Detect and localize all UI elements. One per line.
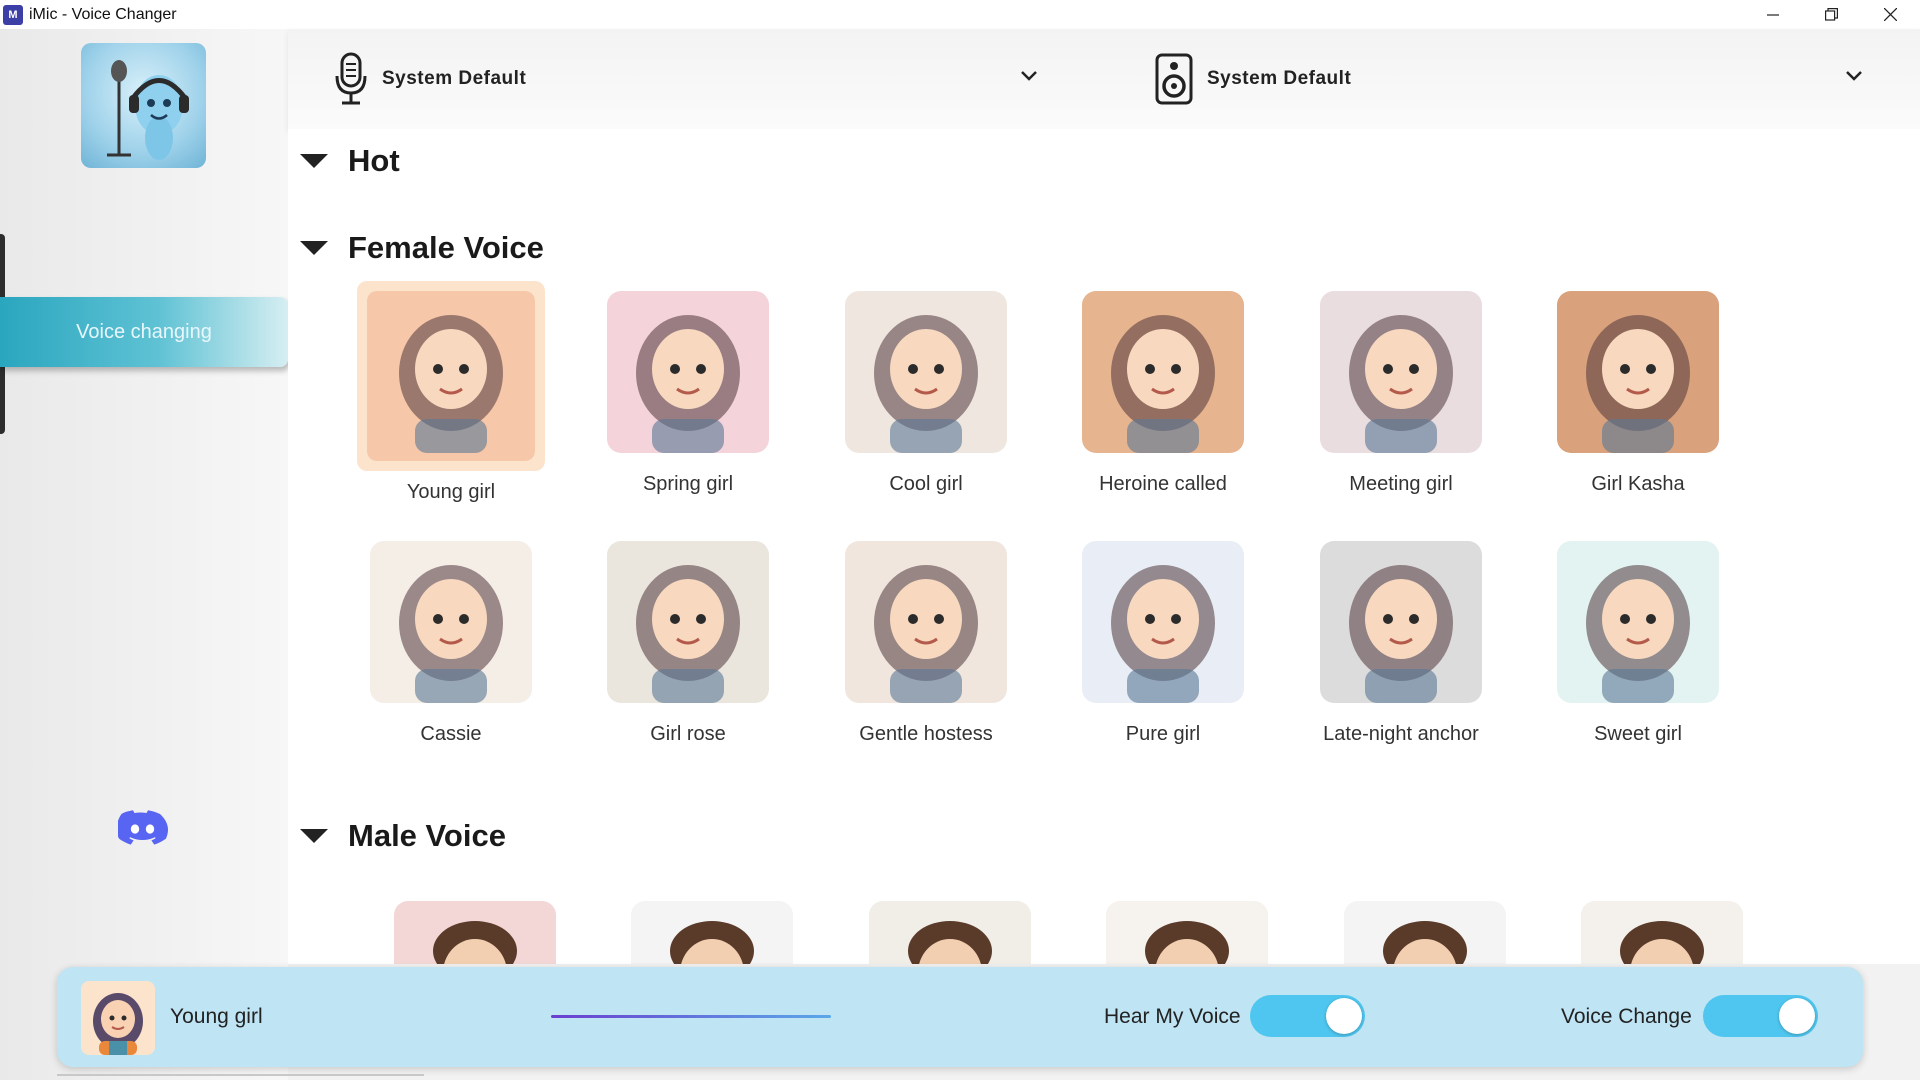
voice-thumbnail [1344,901,1506,964]
voice-card[interactable]: Sweet girl [1544,541,1732,746]
voice-name: Meeting girl [1349,473,1453,495]
voice-card[interactable]: Late-night anchor [1307,541,1495,746]
voice-card[interactable]: Heroine called [1069,291,1257,496]
window-controls [1743,0,1920,29]
mascot-icon [107,60,189,160]
voice-card[interactable]: Spring girl [594,291,782,496]
audio-level-meter [551,1015,831,1018]
voice-card[interactable] [618,901,806,964]
collapse-triangle-icon [300,154,328,168]
voice-name: Gentle hostess [859,723,993,745]
toggle-knob [1326,998,1362,1034]
voice-thumbnail [1581,901,1743,964]
voice-thumbnail [394,901,556,964]
input-device-label: System Default [382,68,527,89]
voice-card[interactable]: Cassie [357,541,545,746]
output-device-label: System Default [1207,68,1352,89]
voice-card[interactable]: Girl rose [594,541,782,746]
voice-name: Cool girl [889,473,963,495]
voice-thumbnail [1082,541,1244,703]
app-mascot-logo [81,43,206,168]
voice-name: Pure girl [1125,723,1201,745]
voice-name: Sweet girl [1594,723,1682,745]
voice-card[interactable]: Meeting girl [1307,291,1495,496]
current-voice-avatar [81,981,155,1055]
voice-thumbnail [1320,541,1482,703]
section-hot[interactable]: Hot [300,143,400,179]
voice-thumbnail [370,541,532,703]
section-title: Male Voice [348,818,506,853]
title-bar: M iMic - Voice Changer [0,0,1920,29]
voice-thumbnail [1106,901,1268,964]
section-title: Hot [348,143,400,178]
voice-name: Late-night anchor [1323,723,1479,745]
voice-card[interactable]: Young girl [357,281,545,504]
player-bar: Young girl Hear My Voice Voice Change [57,967,1863,1067]
sidebar-item-label: Voice changing [76,320,212,343]
voice-name: Girl Kasha [1591,473,1685,495]
collapse-triangle-icon [300,241,328,255]
output-device-select[interactable]: System Default [1155,51,1351,107]
voice-thumbnail [1320,291,1482,453]
voice-thumbnail [631,901,793,964]
voice-card[interactable]: Girl Kasha [1544,291,1732,496]
voice-name: Girl rose [650,723,726,745]
voice-name: Cassie [420,723,482,745]
voice-card[interactable]: Gentle hostess [832,541,1020,746]
sidebar: Voice changing [0,29,288,1080]
device-bar: System Default System Default [288,29,1920,129]
microphone-icon [335,52,367,105]
voice-thumbnail [367,291,535,461]
voice-card[interactable] [856,901,1044,964]
voice-thumbnail [1557,291,1719,453]
window-title: iMic - Voice Changer [29,5,177,23]
section-female-voice[interactable]: Female Voice [300,230,544,266]
voice-card[interactable] [1331,901,1519,964]
voice-card[interactable] [381,901,569,964]
voice-name: Young girl [406,481,496,503]
collapse-triangle-icon [300,829,328,843]
hear-my-voice-label: Hear My Voice [1104,1005,1241,1028]
voice-card[interactable] [1093,901,1281,964]
voice-list: Hot Female Voice Young girl Spring girl Co… [288,129,1920,964]
minimize-button[interactable] [1743,0,1802,29]
discord-icon[interactable] [116,809,168,849]
speaker-icon [1155,53,1193,105]
restore-button[interactable] [1802,0,1861,29]
voice-thumbnail [1557,541,1719,703]
restore-icon [1825,8,1838,21]
voice-thumbnail [869,901,1031,964]
voice-card[interactable]: Pure girl [1069,541,1257,746]
voice-card[interactable]: Cool girl [832,291,1020,496]
voice-thumbnail [607,541,769,703]
voice-thumbnail [1082,291,1244,453]
divider [57,1074,424,1076]
sidebar-item-voice-changing[interactable]: Voice changing [0,297,288,367]
voice-name: Heroine called [1099,473,1227,495]
chevron-down-icon[interactable] [1021,71,1037,81]
voice-thumbnail [845,541,1007,703]
input-device-select[interactable]: System Default [334,51,526,107]
app-logo-icon: M [3,4,23,25]
close-button[interactable] [1861,0,1920,29]
section-title: Female Voice [348,230,544,265]
voice-thumbnail [845,291,1007,453]
selected-highlight [357,281,545,471]
toggle-knob [1779,998,1815,1034]
section-male-voice[interactable]: Male Voice [300,818,506,854]
hear-my-voice-toggle[interactable] [1250,995,1365,1037]
voice-name: Spring girl [642,473,734,495]
voice-change-toggle[interactable] [1703,995,1818,1037]
chevron-down-icon[interactable] [1846,71,1862,81]
close-icon [1884,8,1897,21]
voice-change-label: Voice Change [1561,1005,1692,1028]
voice-thumbnail [607,291,769,453]
current-voice-name: Young girl [170,1005,263,1028]
voice-card[interactable] [1568,901,1756,964]
minimize-icon [1766,13,1779,16]
